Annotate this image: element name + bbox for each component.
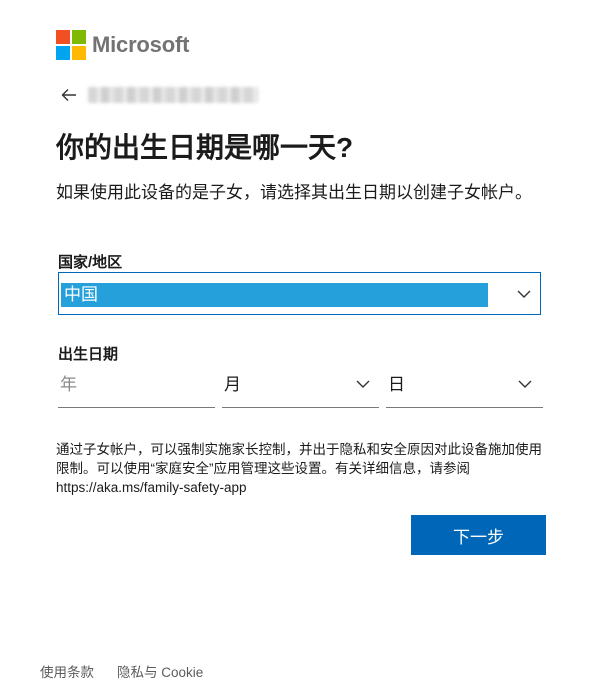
microsoft-logo-icon [56, 30, 86, 60]
page-title: 你的出生日期是哪一天? [56, 132, 354, 163]
terms-of-use-link[interactable]: 使用条款 [40, 661, 94, 681]
back-arrow-icon[interactable] [58, 84, 80, 106]
footer: 使用条款 隐私与 Cookie [40, 661, 203, 681]
country-select[interactable]: 中国 [58, 272, 541, 315]
birth-year-placeholder: 年 [60, 375, 77, 394]
family-account-note: 通过子女帐户，可以强制实施家长控制，并出于隐私和安全原因对此设备施加使用限制。可… [56, 442, 542, 495]
chevron-down-icon [356, 380, 370, 388]
back-row [58, 84, 258, 106]
microsoft-logo: Microsoft [56, 30, 189, 60]
birth-month-value: 月 [224, 375, 241, 394]
country-label: 国家/地区 [58, 254, 123, 271]
chevron-down-icon [517, 290, 531, 298]
signup-page: Microsoft 你的出生日期是哪一天? 如果使用此设备的是子女，请选择其出生… [0, 0, 601, 688]
dob-label: 出生日期 [58, 346, 119, 363]
birth-year-input[interactable]: 年 [58, 370, 215, 408]
birth-month-select[interactable]: 月 [222, 370, 379, 408]
country-selected-value: 中国 [61, 283, 488, 307]
next-button[interactable]: 下一步 [411, 515, 546, 555]
chevron-down-icon [518, 380, 532, 388]
account-identity [88, 87, 258, 103]
birth-day-value: 日 [388, 375, 405, 394]
birth-day-select[interactable]: 日 [386, 370, 543, 408]
privacy-cookies-link[interactable]: 隐私与 Cookie [117, 661, 203, 681]
page-description: 如果使用此设备的是子女，请选择其出生日期以创建子女帐户。 [56, 183, 532, 202]
brand-name: Microsoft [92, 32, 190, 57]
